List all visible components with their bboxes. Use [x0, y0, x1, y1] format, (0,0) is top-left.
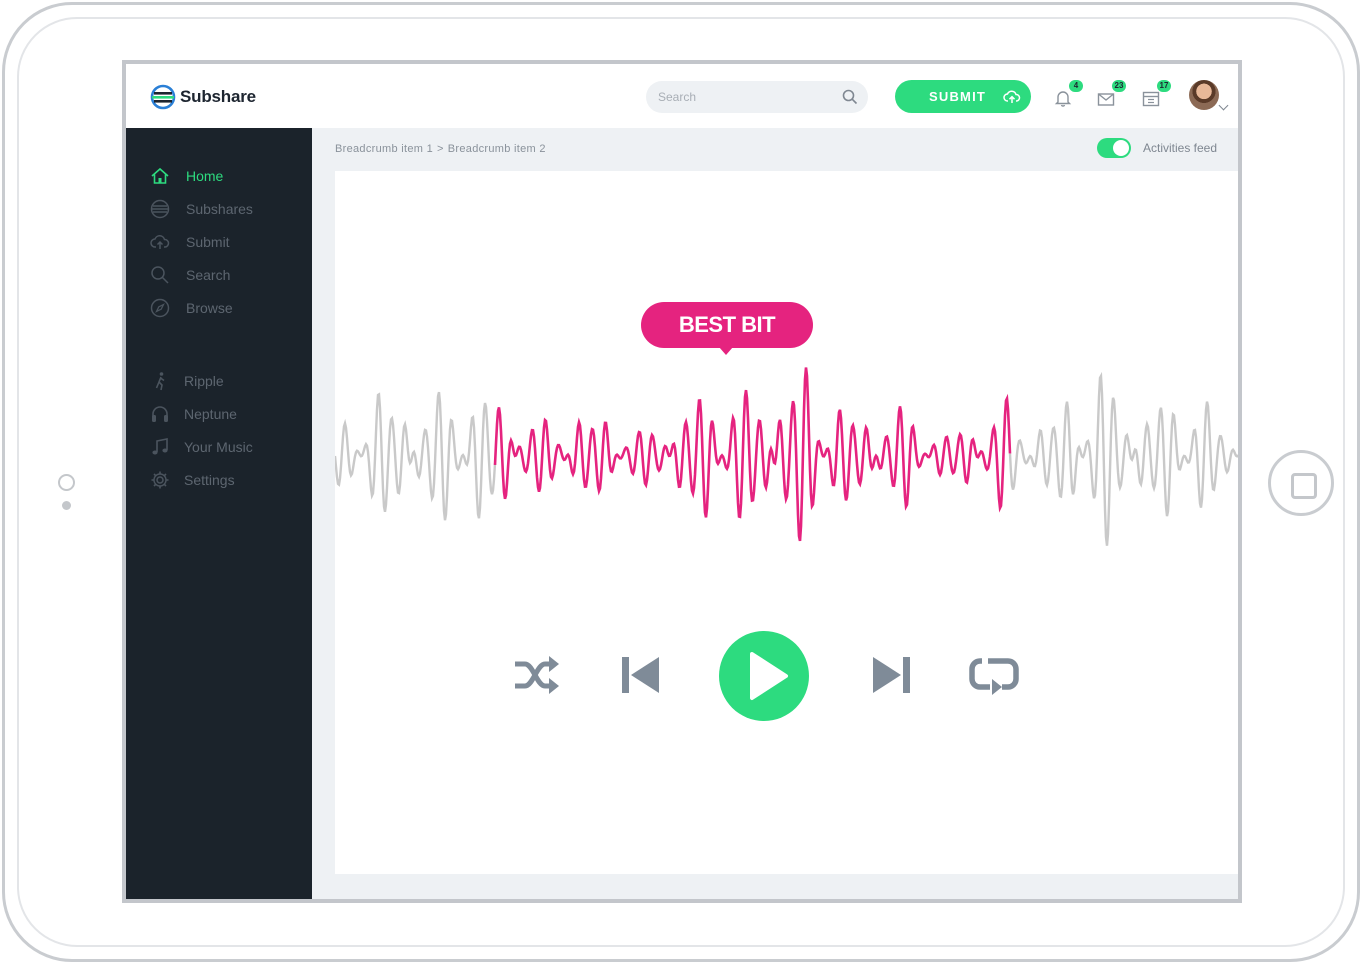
search-input[interactable]: [658, 81, 838, 113]
breadcrumb: Breadcrumb item 1 > Breadcrumb item 2: [335, 143, 546, 155]
app-screen: Subshare SUBMIT 4: [122, 60, 1242, 903]
breadcrumb-bar: Breadcrumb item 1 > Breadcrumb item 2 Acti…: [312, 128, 1238, 171]
upload-cloud-icon: [1003, 90, 1021, 103]
toggle-knob: [1113, 140, 1129, 156]
submit-button[interactable]: SUBMIT: [895, 80, 1031, 113]
app-name: Subshare: [180, 87, 256, 106]
sidebar-item-submit[interactable]: Submit: [150, 230, 230, 254]
avatar[interactable]: [1189, 80, 1219, 110]
search-box[interactable]: [646, 81, 868, 113]
sidebar-item-home[interactable]: Home: [150, 164, 223, 188]
sidebar-item-search[interactable]: Search: [150, 263, 230, 287]
camera-icon: [58, 474, 75, 491]
search-icon: [151, 266, 169, 284]
messages-button[interactable]: 23: [1096, 80, 1126, 108]
home-icon: [151, 167, 169, 184]
sidebar-item-label: Search: [186, 267, 231, 283]
notifications-button[interactable]: 4: [1053, 80, 1083, 108]
sidebar-item-settings[interactable]: Settings: [150, 468, 235, 492]
runner-icon: [155, 372, 165, 391]
activities-feed-toggle[interactable]: [1097, 138, 1131, 158]
sidebar: Home Subshares Submit Search Browse Ripp…: [126, 128, 312, 899]
sidebar-item-label: Subshares: [186, 201, 253, 217]
breadcrumb-item[interactable]: Breadcrumb item 1: [335, 143, 433, 155]
sidebar-item-subshares[interactable]: Subshares: [150, 197, 253, 221]
next-icon[interactable]: [871, 655, 911, 695]
player-panel: BEST BIT: [335, 171, 1238, 874]
music-note-icon: [152, 438, 168, 455]
subshares-icon: [150, 199, 170, 219]
messages-badge: 23: [1112, 80, 1126, 92]
sidebar-item-label: Home: [186, 168, 224, 184]
mail-icon: [1097, 93, 1115, 106]
sidebar-item-your-music[interactable]: Your Music: [150, 435, 253, 459]
search-icon[interactable]: [842, 89, 858, 105]
headphones-icon: [152, 406, 168, 422]
sidebar-item-label: Submit: [186, 234, 230, 250]
chevron-down-icon[interactable]: [1218, 100, 1229, 111]
gear-icon: [151, 471, 169, 489]
sidebar-item-label: Your Music: [184, 439, 253, 455]
calendar-badge: 17: [1157, 80, 1171, 92]
calendar-button[interactable]: 17: [1141, 80, 1171, 108]
best-bit-label: BEST BIT: [641, 302, 813, 355]
playback-controls: [335, 626, 1238, 726]
repeat-icon[interactable]: [968, 653, 1020, 699]
waveform[interactable]: [335, 351, 1238, 561]
home-button[interactable]: [1268, 450, 1334, 516]
previous-icon[interactable]: [621, 655, 661, 695]
sidebar-item-label: Browse: [186, 300, 233, 316]
calendar-icon: [1142, 91, 1160, 107]
sensor-dot: [62, 501, 71, 510]
sidebar-item-label: Ripple: [184, 373, 224, 389]
logo[interactable]: Subshare: [150, 84, 256, 110]
sidebar-item-browse[interactable]: Browse: [150, 296, 233, 320]
sidebar-item-label: Settings: [184, 472, 235, 488]
sidebar-item-label: Neptune: [184, 406, 237, 422]
waveform-unplayed-right: [1008, 371, 1238, 546]
bell-icon: [1054, 91, 1072, 107]
play-icon: [750, 652, 788, 700]
top-header: Subshare SUBMIT 4: [126, 64, 1238, 128]
sidebar-item-ripple[interactable]: Ripple: [150, 369, 224, 393]
shuffle-icon[interactable]: [513, 654, 561, 696]
main-content: Breadcrumb item 1 > Breadcrumb item 2 Acti…: [312, 128, 1238, 899]
sidebar-item-neptune[interactable]: Neptune: [150, 402, 237, 426]
submit-button-label: SUBMIT: [929, 89, 987, 104]
compass-icon: [150, 298, 170, 318]
waveform-unplayed-left: [335, 391, 497, 521]
activities-feed-label: Activities feed: [1143, 141, 1218, 155]
play-button[interactable]: [719, 631, 809, 721]
waveform-highlight: [493, 367, 1012, 542]
breadcrumb-item[interactable]: Breadcrumb item 2: [448, 143, 546, 155]
breadcrumb-separator: >: [437, 143, 444, 155]
upload-cloud-icon: [150, 235, 170, 249]
notifications-badge: 4: [1069, 80, 1083, 92]
logo-icon: [150, 84, 176, 110]
